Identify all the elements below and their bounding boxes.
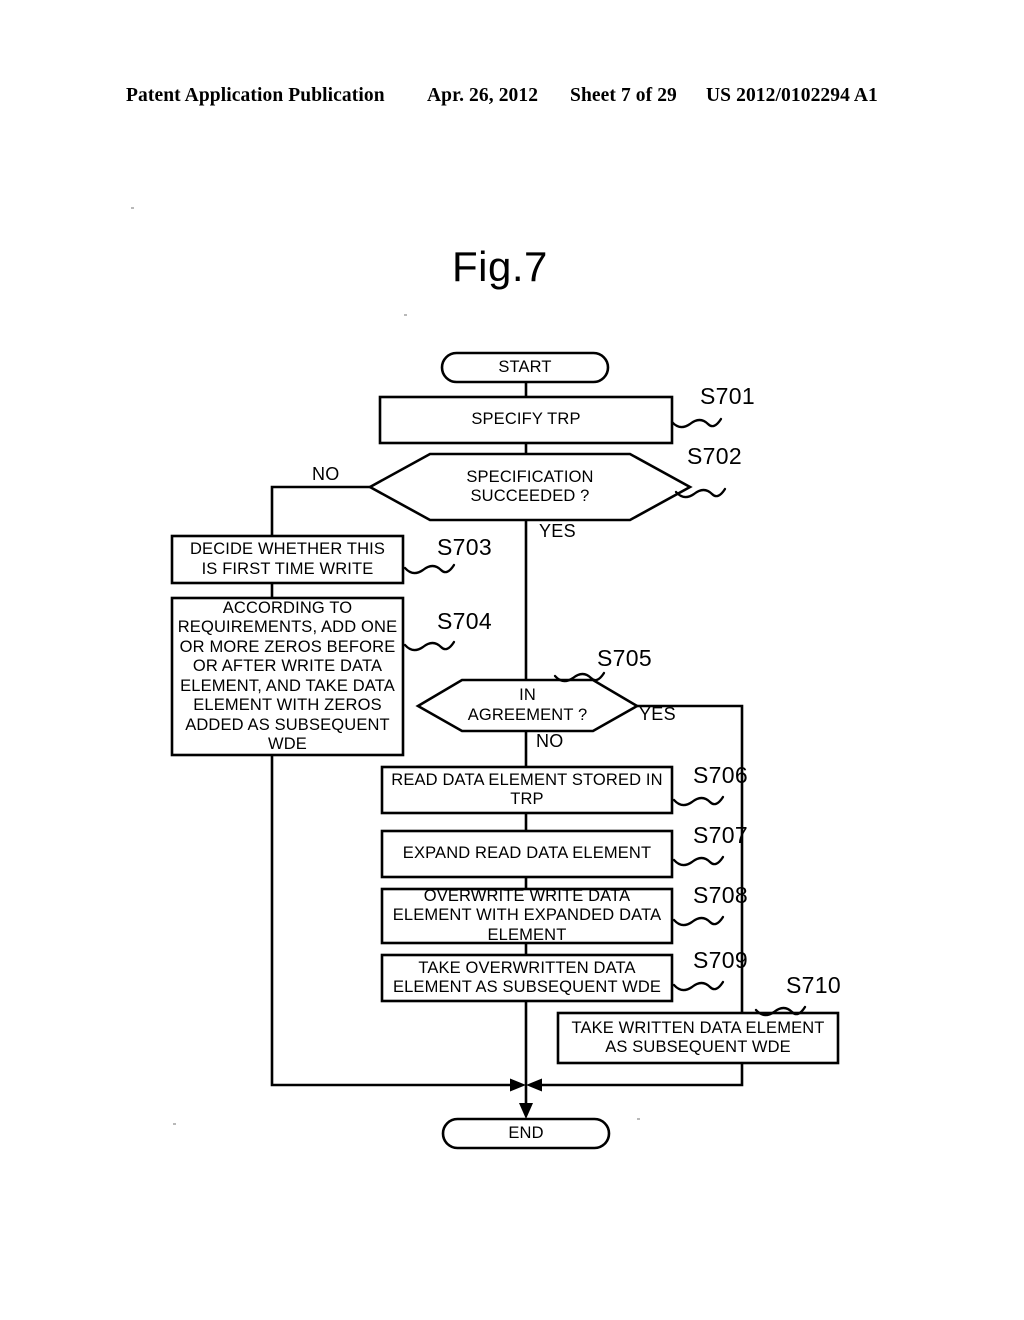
leader-s709	[672, 980, 725, 992]
leader-s708	[672, 915, 725, 927]
arrowhead-merge-left	[510, 1078, 526, 1092]
node-s703	[170, 534, 405, 585]
step-label-s703: S703	[437, 534, 492, 560]
node-s701	[378, 395, 674, 445]
step-label-s706: S706	[693, 762, 748, 788]
node-start	[440, 351, 610, 384]
step-label-s702: S702	[687, 443, 742, 469]
branch-label-s702-no: NO	[312, 464, 340, 484]
node-s708	[380, 887, 674, 945]
branch-label-s705-yes: YES	[639, 704, 676, 724]
node-s705	[415, 678, 640, 733]
step-label-s708: S708	[693, 882, 748, 908]
leader-s701	[670, 417, 723, 429]
step-label-s707: S707	[693, 822, 748, 848]
node-s706	[380, 765, 674, 815]
node-s704	[170, 596, 405, 757]
node-end	[441, 1117, 611, 1150]
branch-label-s702-yes: YES	[539, 521, 576, 541]
node-s710	[556, 1011, 840, 1065]
step-label-s704: S704	[437, 608, 492, 634]
node-s709	[380, 953, 674, 1003]
leader-s703	[403, 563, 456, 575]
step-label-s705: S705	[597, 645, 652, 671]
node-s702	[367, 452, 693, 522]
leader-s704	[403, 640, 456, 652]
leader-s706	[672, 795, 725, 807]
flowchart-diagram	[170, 351, 840, 1150]
arrowhead-into-end	[519, 1103, 533, 1119]
connector-s702-no	[270, 485, 370, 536]
step-label-s701: S701	[700, 383, 755, 409]
branch-label-s705-no: NO	[536, 731, 564, 751]
arrowhead-merge-right	[526, 1078, 542, 1092]
node-s707	[380, 829, 674, 879]
leader-s707	[672, 855, 725, 867]
step-label-s710: S710	[786, 972, 841, 998]
connector-s710-to-merge	[540, 1063, 744, 1087]
step-label-s709: S709	[693, 947, 748, 973]
